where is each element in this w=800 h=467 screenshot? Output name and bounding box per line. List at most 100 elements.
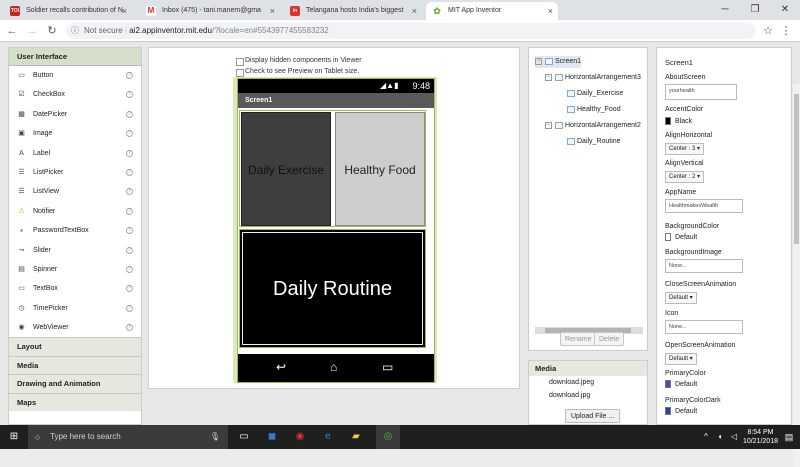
help-icon[interactable]: ?: [126, 149, 133, 157]
collapse-icon[interactable]: −: [545, 121, 552, 129]
volume-icon[interactable]: ◁: [728, 425, 740, 449]
help-icon[interactable]: ?: [126, 265, 133, 273]
collapse-icon[interactable]: −: [535, 57, 542, 65]
daily-routine-button[interactable]: Daily Routine: [242, 232, 423, 345]
media-file[interactable]: download.jpeg: [529, 376, 647, 389]
horizontal-arrangement-2[interactable]: Daily Routine: [239, 229, 426, 348]
palette-category-media[interactable]: Media: [9, 355, 141, 375]
palette-item-listview[interactable]: ☰ ListView?: [9, 182, 141, 201]
help-icon[interactable]: ?: [126, 72, 133, 79]
delete-button[interactable]: Delete: [594, 332, 625, 346]
outlook-icon[interactable]: ◼: [262, 425, 282, 449]
upload-file-button[interactable]: Upload File ...: [565, 409, 621, 423]
info-icon[interactable]: ⓘ: [71, 23, 79, 39]
horizontal-arrangement-3[interactable]: Daily Exercise Healthy Food: [239, 110, 426, 227]
palette-category-drawing[interactable]: Drawing and Animation: [9, 374, 141, 393]
tree-node-harr3[interactable]: − HorizontalArrangement3: [545, 72, 641, 84]
help-icon[interactable]: ?: [126, 91, 133, 99]
icon-picker[interactable]: None...: [665, 320, 743, 334]
palette-item-datepicker[interactable]: ▦ DatePicker?: [9, 105, 141, 124]
close-animation-dropdown[interactable]: Default ▾: [665, 292, 697, 304]
palette-header[interactable]: User Interface: [9, 48, 141, 66]
accent-color-picker[interactable]: Black: [665, 117, 692, 125]
tab-telangana[interactable]: in Telangana hosts India's biggest ×: [284, 2, 422, 20]
open-animation-dropdown[interactable]: Default ▾: [665, 353, 697, 365]
help-icon[interactable]: ?: [126, 207, 133, 215]
tab-app-inventor[interactable]: ✿ MIT App Inventor ×: [426, 2, 558, 20]
palette-category-maps[interactable]: Maps: [9, 392, 141, 412]
bookmark-star-icon[interactable]: ☆: [760, 23, 776, 39]
tree-node-harr2[interactable]: − HorizontalArrangement2: [545, 120, 641, 132]
edge-icon[interactable]: e: [318, 425, 338, 449]
reload-icon[interactable]: ↻: [44, 23, 60, 39]
palette-item-slider[interactable]: ⊸ Slider?: [9, 241, 141, 260]
page-vertical-scrollbar[interactable]: [793, 84, 800, 467]
healthy-food-button[interactable]: Healthy Food: [335, 112, 425, 226]
tab-gmail[interactable]: M Inbox (475) - tani.manem@gma ×: [140, 2, 280, 20]
restore-icon[interactable]: ❐: [740, 0, 770, 20]
windows-start-icon[interactable]: ⊞: [4, 425, 24, 449]
align-vertical-dropdown[interactable]: Center : 2 ▾: [665, 171, 705, 183]
help-icon[interactable]: ?: [126, 110, 133, 118]
background-color-picker[interactable]: Default: [665, 233, 697, 241]
align-horizontal-dropdown[interactable]: Center : 3 ▾: [665, 143, 705, 155]
chrome-icon[interactable]: ◎: [376, 425, 400, 449]
rename-button[interactable]: Rename: [560, 332, 597, 346]
palette-item-button[interactable]: ▭ Button?: [9, 66, 141, 85]
palette-item-image[interactable]: ▣ Image?: [9, 124, 141, 143]
taskbar-clock[interactable]: 8:54 PM 10/21/2018: [743, 428, 778, 446]
help-icon[interactable]: ?: [126, 246, 133, 254]
microphone-icon[interactable]: 🎙: [210, 425, 220, 449]
app-icon[interactable]: ◉: [290, 425, 310, 449]
collapse-icon[interactable]: −: [545, 73, 552, 81]
tree-node-screen1[interactable]: − Screen1: [535, 56, 582, 68]
back-icon[interactable]: ←: [4, 23, 20, 39]
network-icon[interactable]: ◖: [714, 425, 726, 449]
primary-color-picker[interactable]: Default: [665, 380, 697, 388]
url-field[interactable]: ⓘ Not secure | ai2.appinventor.mit.edu/?…: [66, 23, 756, 39]
tree-node-healthy-food[interactable]: Healthy_Food: [567, 104, 621, 116]
close-tab-icon[interactable]: ×: [122, 2, 127, 20]
minimize-icon[interactable]: ─: [710, 0, 740, 20]
task-view-icon[interactable]: ▭: [234, 425, 254, 449]
app-name-input[interactable]: HealthmakesWealth: [665, 199, 743, 213]
taskbar-search[interactable]: ○ Type here to search 🎙: [28, 425, 228, 449]
tree-node-daily-routine[interactable]: Daily_Routine: [567, 136, 621, 148]
help-icon[interactable]: ?: [126, 285, 133, 293]
about-screen-textarea[interactable]: yourhealth: [665, 84, 737, 100]
tree-node-daily-exercise[interactable]: Daily_Exercise: [567, 88, 623, 100]
palette-item-passwordtextbox[interactable]: ⁎ PasswordTextBox?: [9, 221, 141, 240]
menu-icon[interactable]: ⋮: [778, 23, 794, 39]
display-hidden-checkbox[interactable]: Display hidden components in Viewer: [236, 56, 362, 66]
help-icon[interactable]: ?: [126, 168, 133, 176]
palette-item-timepicker[interactable]: ◷ TimePicker?: [9, 299, 141, 318]
close-tab-icon[interactable]: ×: [270, 2, 275, 20]
media-file[interactable]: download.jpg: [529, 389, 647, 402]
palette-item-webviewer[interactable]: ◉ WebViewer?: [9, 318, 141, 337]
help-icon[interactable]: ?: [126, 324, 133, 332]
palette-item-textbox[interactable]: ▭ TextBox?: [9, 279, 141, 298]
daily-exercise-button[interactable]: Daily Exercise: [241, 112, 331, 226]
close-tab-icon[interactable]: ×: [412, 2, 417, 20]
palette-item-spinner[interactable]: ▤ Spinner?: [9, 260, 141, 279]
help-icon[interactable]: ?: [126, 304, 133, 312]
forward-icon[interactable]: →: [24, 23, 40, 39]
scrollbar-thumb[interactable]: [794, 94, 799, 244]
tab-toi[interactable]: TOI Soldier recalls contribution of N ×: [4, 2, 132, 20]
help-icon[interactable]: ?: [126, 130, 133, 138]
action-center-icon[interactable]: ▤: [782, 425, 796, 449]
help-icon[interactable]: ?: [126, 188, 133, 196]
palette-item-notifier[interactable]: ⚠ Notifier?: [9, 202, 141, 221]
notifications-chevron-icon[interactable]: ^: [700, 425, 712, 449]
close-window-icon[interactable]: ✕: [770, 0, 800, 20]
help-icon[interactable]: ?: [126, 227, 133, 235]
close-tab-icon[interactable]: ×: [548, 2, 553, 20]
palette-category-layout[interactable]: Layout: [9, 337, 141, 356]
file-explorer-icon[interactable]: ▰: [346, 425, 366, 449]
palette-item-listpicker[interactable]: ☰ ListPicker?: [9, 163, 141, 182]
palette-item-label[interactable]: A Label?: [9, 144, 141, 163]
tablet-preview-checkbox[interactable]: Check to see Preview on Tablet size.: [236, 67, 359, 77]
palette-item-checkbox[interactable]: ☑ CheckBox?: [9, 85, 141, 104]
background-image-picker[interactable]: None...: [665, 259, 743, 273]
primary-dark-color-picker[interactable]: Default: [665, 407, 697, 415]
